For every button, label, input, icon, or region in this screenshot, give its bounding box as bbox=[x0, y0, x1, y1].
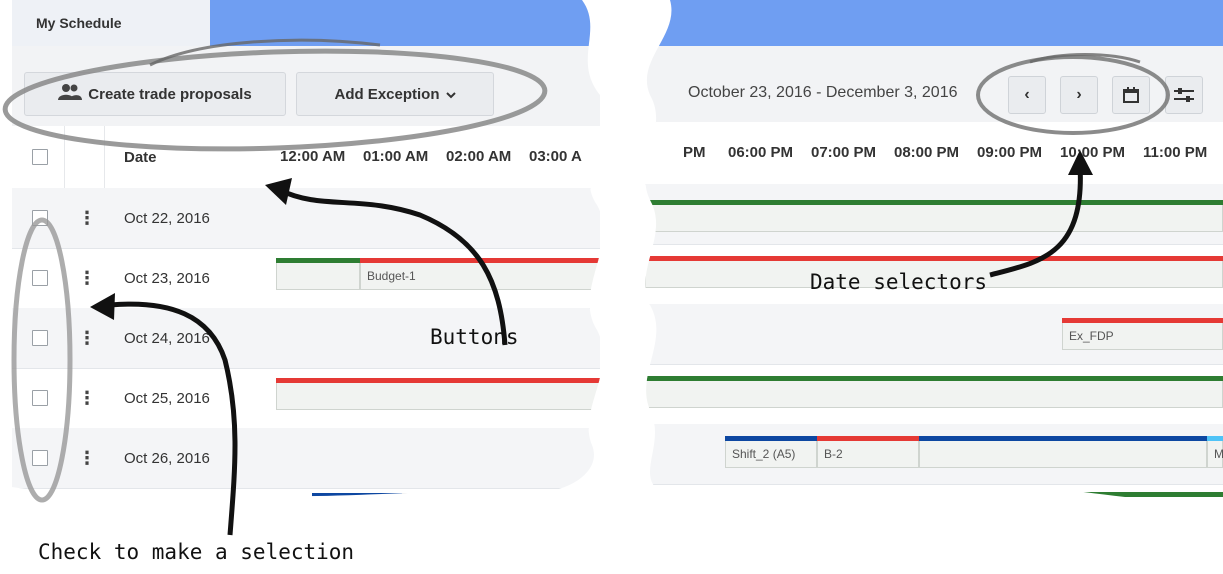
check-annotation: Check to make a selection bbox=[38, 540, 355, 564]
annotation-overlay bbox=[2, 38, 1170, 536]
buttons-annotation: Buttons bbox=[430, 325, 519, 349]
date-selectors-annotation: Date selectors bbox=[810, 270, 988, 294]
